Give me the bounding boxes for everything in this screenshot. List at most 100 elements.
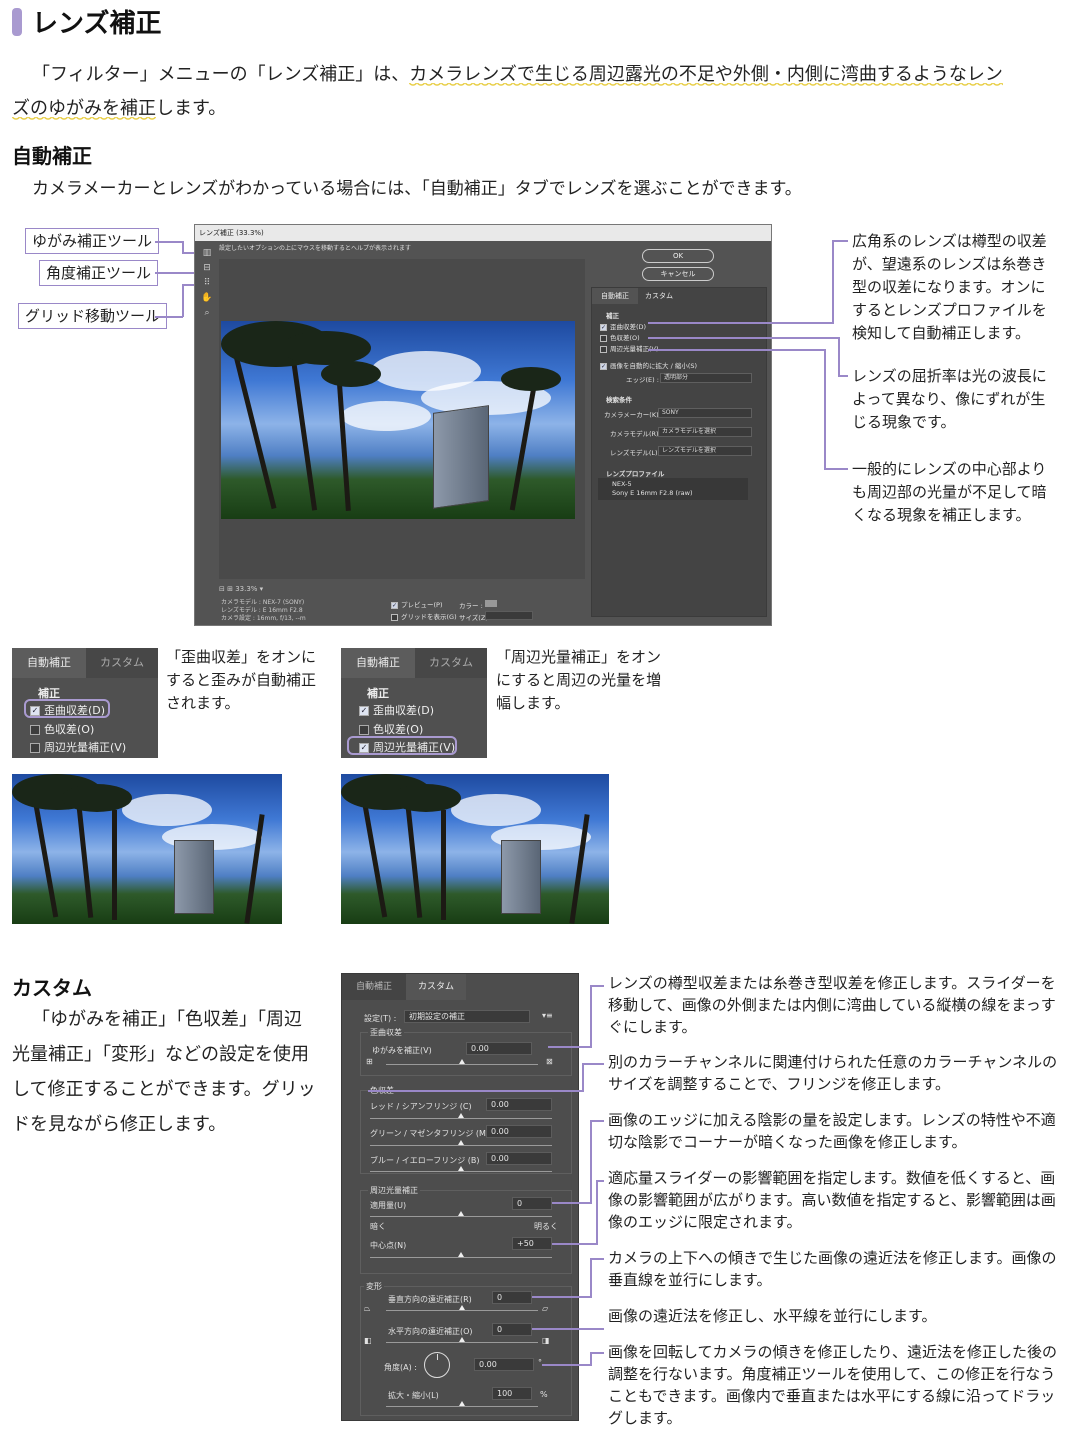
preview-canvas[interactable] (219, 259, 585, 579)
midpoint-field[interactable]: +50 (512, 1237, 552, 1250)
connector (590, 1120, 592, 1203)
mini-tab-custom[interactable]: カスタム (415, 648, 487, 678)
midpoint-knob[interactable] (458, 1252, 464, 1257)
green-magenta-label: グリーン / マゼンタフリンジ (M) (370, 1129, 490, 1138)
connector (824, 468, 848, 470)
model-select[interactable]: カメラモデルを選択 (658, 427, 752, 437)
scale-label: 拡大・縮小(L) (388, 1391, 439, 1400)
horizontal-knob[interactable] (459, 1337, 465, 1342)
lens-correction-dialog: レンズ補正 (33.3%) 設定したいオプションの上にマウスを移動するとヘルプが… (194, 224, 772, 626)
lens-select[interactable]: レンズモデルを選択 (658, 446, 752, 456)
distortion-tool-icon[interactable]: ▥ (201, 247, 213, 259)
scale-knob[interactable] (459, 1401, 465, 1406)
custom-panel: 自動補正 カスタム 設定(T) : 初期設定の補正 ▾≡ 歪曲収差 ゆがみを補正… (341, 973, 579, 1421)
red-cyan-field[interactable]: 0.00 (486, 1098, 552, 1111)
connector (552, 1243, 598, 1245)
mini-check-distortion[interactable]: ✓ 歪曲収差(D) (359, 702, 434, 718)
connector (832, 240, 834, 323)
mini-tab-auto[interactable]: 自動補正 (341, 648, 415, 678)
search-heading: 検索条件 (606, 396, 632, 404)
connector (532, 1296, 592, 1298)
distortion-field[interactable]: 0.00 (466, 1042, 532, 1055)
tab-auto[interactable]: 自動補正 (592, 288, 638, 304)
vertical-slider[interactable] (386, 1310, 538, 1311)
preview-checkbox[interactable]: ✓ プレビュー(P) (391, 599, 443, 609)
tab-custom[interactable]: カスタム (638, 288, 680, 304)
horizontal-slider[interactable] (386, 1342, 538, 1343)
vertical-knob[interactable] (459, 1305, 465, 1310)
maker-select[interactable]: SONY (658, 408, 752, 418)
note-distortion: 広角系のレンズは樽型の収差が、望遠系のレンズは糸巻き型の収差になります。オンにす… (852, 232, 1047, 342)
amount-knob[interactable] (458, 1211, 464, 1216)
connector (648, 349, 826, 351)
size-select[interactable] (485, 611, 533, 620)
straighten-tool-icon[interactable]: ⊟ (201, 262, 213, 274)
midpoint-slider[interactable] (370, 1257, 552, 1258)
cancel-button[interactable]: キャンセル (642, 267, 714, 281)
result-photo-distortion (12, 774, 282, 924)
check-chromatic[interactable]: 色収差(O) (600, 332, 640, 342)
vertical-left-icon: ⏢ (364, 1304, 371, 1313)
intro-prefix: 「フィルター」メニューの「レンズ補正」は、 (32, 64, 410, 85)
distortion-knob[interactable] (459, 1059, 465, 1064)
horizontal-right-icon: ◨ (542, 1336, 550, 1345)
amount-slider[interactable] (370, 1216, 552, 1217)
blue-yellow-slider[interactable] (370, 1171, 552, 1172)
distortion-slider[interactable] (386, 1064, 538, 1065)
connector (590, 1120, 604, 1122)
mini-tab-custom[interactable]: カスタム (86, 648, 158, 678)
connector (552, 1202, 592, 1204)
move-grid-tool-icon[interactable]: ⠿ (201, 277, 213, 289)
tool-label-grid: グリッド移動ツール (18, 303, 168, 329)
horizontal-field[interactable]: 0 (492, 1323, 532, 1336)
custom-tab-custom[interactable]: カスタム (406, 974, 466, 1000)
mini-note-distortion: 「歪曲収差」をオンにすると歪みが自動補正されます。 (166, 648, 317, 712)
vertical-field[interactable]: 0 (492, 1291, 532, 1304)
connector (542, 1364, 592, 1366)
grid-checkbox[interactable]: グリッドを表示(G) (391, 611, 457, 621)
toolbar: ▥ ⊟ ⠿ ✋ ⌕ (197, 243, 215, 343)
scale-slider[interactable] (386, 1406, 538, 1407)
angle-dial[interactable] (424, 1352, 450, 1378)
green-magenta-slider[interactable] (370, 1145, 552, 1146)
edge-select[interactable]: 透明部分 (660, 373, 752, 383)
amount-field[interactable]: 0 (512, 1197, 552, 1210)
dialog-title: レンズ補正 (33.3%) (195, 225, 771, 241)
vertical-right-icon: ⏥ (542, 1304, 549, 1313)
scale-field[interactable]: 100 (492, 1387, 532, 1400)
distortion-group-label: 歪曲収差 (368, 1027, 404, 1038)
blue-yellow-knob[interactable] (458, 1166, 464, 1171)
green-magenta-knob[interactable] (458, 1140, 464, 1145)
dialog-hint: 設定したいオプションの上にマウスを移動するとヘルプが表示されます (219, 245, 412, 252)
angle-field[interactable]: 0.00 (474, 1358, 534, 1371)
custom-tab-auto[interactable]: 自動補正 (342, 974, 406, 1000)
zoom-control[interactable]: ⊟ ⊞ 33.3% ▾ (219, 585, 263, 593)
blue-yellow-field[interactable]: 0.00 (486, 1152, 552, 1165)
check-distortion[interactable]: ✓ 歪曲収差(D) (600, 321, 646, 331)
red-cyan-slider[interactable] (370, 1118, 552, 1119)
profile-item[interactable]: NEX-5 Sony E 16mm F2.8 (raw) (598, 478, 748, 500)
setting-select[interactable]: 初期設定の補正 (404, 1010, 530, 1023)
color-swatch[interactable] (485, 600, 497, 607)
setting-label: 設定(T) : (364, 1014, 397, 1023)
model-label: カメラモデル(R) : (610, 430, 663, 438)
panel-menu-icon[interactable]: ▾≡ (542, 1011, 553, 1020)
zoom-tool-icon[interactable]: ⌕ (201, 307, 213, 319)
connector (648, 337, 840, 339)
vignette-group-label: 周辺光量補正 (368, 1185, 420, 1196)
green-magenta-field[interactable]: 0.00 (486, 1125, 552, 1138)
check-auto-scale[interactable]: ✓ 画像を自動的に拡大 / 縮小(S) (600, 360, 697, 370)
mini-check-vignette[interactable]: 周辺光量補正(V) (30, 739, 126, 755)
connector (582, 1063, 604, 1065)
check-vignette[interactable]: 周辺光量補正(V) (600, 343, 659, 353)
ok-button[interactable]: OK (642, 249, 714, 263)
mini-check-chromatic[interactable]: 色収差(O) (30, 721, 94, 737)
red-cyan-knob[interactable] (458, 1113, 464, 1118)
darker-label: 暗く (370, 1222, 386, 1231)
page-title: レンズ補正 (32, 9, 162, 39)
mini-tab-auto[interactable]: 自動補正 (12, 648, 86, 678)
hand-tool-icon[interactable]: ✋ (201, 292, 213, 304)
connector (590, 985, 604, 987)
horizontal-left-icon: ◧ (364, 1336, 372, 1345)
mini-check-chromatic[interactable]: 色収差(O) (359, 721, 423, 737)
